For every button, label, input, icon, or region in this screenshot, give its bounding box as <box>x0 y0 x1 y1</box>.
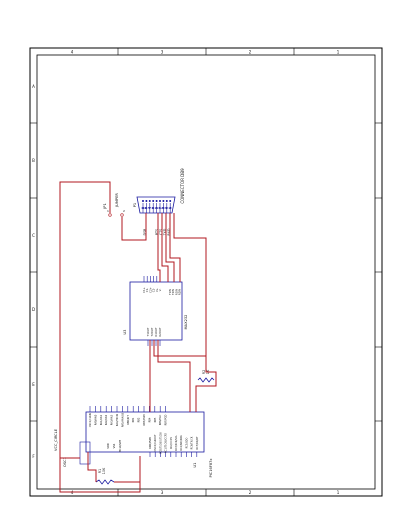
max232-pin-label: R2OUT <box>158 327 162 336</box>
resistor-r1: R1 10K <box>95 467 115 485</box>
zone-letter-left-4: D <box>32 307 35 312</box>
jumper-pin-1-label: 1 <box>107 209 109 213</box>
db9-pin-dot <box>159 200 162 203</box>
pic-pin-label: RC3/SCK/SCL <box>175 435 178 451</box>
jumper-jp1: 1 2 JP1 JUMPER <box>103 193 125 217</box>
osc-ref: OSC1 <box>63 457 67 467</box>
max232-ic: T1OUT T2OUT R1OUT R2OUT C1+ C1- C2+ C2- V+ V- T1… <box>123 276 188 346</box>
max232-name: MAX232 <box>184 315 188 330</box>
zone-number-bottom-4: 1 <box>337 490 340 495</box>
r2-symbol <box>197 377 215 383</box>
pic-pin-label: RA1/AN1 <box>100 414 103 425</box>
wire-max-to-pic-2 <box>157 340 191 412</box>
zone-letter-left-6: F <box>32 454 35 459</box>
zone-letter-left-3: C <box>32 233 35 238</box>
max232-pin-label: R2IN <box>178 289 182 295</box>
zone-letter-left-5: E <box>32 382 35 387</box>
pic-pin-label: RD0/PSP0 <box>149 437 152 449</box>
pic-pin-label: RC6/TX/CK <box>191 436 194 449</box>
max232-pin-label: T2OUT <box>150 327 154 336</box>
wire-pic-to-r1 <box>87 452 97 482</box>
zone-letter-left-1: A <box>32 84 35 89</box>
max232-pin-label: R1OUT <box>154 327 158 336</box>
zone-number-top-4: 1 <box>337 50 340 55</box>
pic-pin-label: RA5/AN4/SS <box>121 412 124 427</box>
max232-pin-label: T1OUT <box>146 327 150 336</box>
pic-pin-label: RB1 <box>132 417 135 422</box>
db9-pin-dot <box>169 200 172 203</box>
pic-pin-label: RC2/CCP1 <box>170 437 173 449</box>
max232-pin-label: V- <box>158 289 162 292</box>
pic-pin-label: OSC2/CLKOUT <box>154 434 157 451</box>
wire-db9-rxd <box>169 213 181 282</box>
zone-letter-left-2: B <box>32 158 35 163</box>
jumper-pin-2-label: 2 <box>123 209 125 213</box>
zone-number-top-3: 2 <box>249 50 252 55</box>
wire-db9-cts <box>161 213 169 282</box>
zone-number-top-1: 4 <box>71 50 74 55</box>
db9-ref: P1 <box>133 203 137 207</box>
db9-pin-dot <box>165 200 168 203</box>
pic-pin-label: OSC1/CLKIN <box>89 413 92 428</box>
pic-pin-label: VSS <box>113 443 116 448</box>
wire-db9-right-bus <box>173 213 207 360</box>
pic-mcu: RD0/PSP0 OSC2/CLKOUT RC0/T1OSO/T1CKI RC1/T1… <box>85 406 213 478</box>
jumper-pin-1 <box>108 213 112 217</box>
pic-pin-label: RB6/PGC <box>159 414 162 425</box>
db9-pin-dot <box>152 200 155 203</box>
db9-pin-dot <box>145 200 148 203</box>
pic-pin-label: RB2 <box>138 417 141 422</box>
pic-pin-label: RB0/INT <box>127 415 130 425</box>
zone-number-bottom-2: 3 <box>161 490 164 495</box>
pic-pin-label: RB3/PGM <box>143 415 146 426</box>
zone-number-top-2: 3 <box>161 50 164 55</box>
schematic-sheet: 4 3 2 1 4 3 2 1 A B C D E F 594837261 P1… <box>29 47 383 497</box>
pic-ref: U1 <box>193 463 197 468</box>
db9-connector: 594837261 P1 CONNECTOR DB9 <box>133 168 185 214</box>
vcc-power-label: VCC_CIRCLE <box>54 428 58 451</box>
wire-r2-loop <box>153 340 217 412</box>
pic-pin-label: RA2/AN2 <box>105 414 108 425</box>
db9-pin-dot <box>155 200 158 203</box>
pic-pin-label: RB4 <box>148 417 151 422</box>
db9-name: CONNECTOR DB9 <box>180 168 185 204</box>
wire-db9-rts <box>157 213 161 282</box>
pic-pin-label: RA3/AN3 <box>111 414 114 425</box>
pic-pin-label: RB7/PGD <box>165 414 168 425</box>
pic-pin-label: RC4/SDI/SDA <box>180 435 183 451</box>
zone-number-bottom-3: 2 <box>249 490 252 495</box>
pic-pin-label: RA4/T0CKI <box>116 413 119 426</box>
db9-pin-dot <box>162 200 165 203</box>
zone-labels: 4 3 2 1 4 3 2 1 A B C D E F <box>32 50 340 496</box>
net-labels: DSR RTS CTS TXD RXD <box>143 228 171 236</box>
jumper-ref: JP1 <box>103 203 107 210</box>
pic-pin-label: RC0/T1OSO/T1CKI <box>159 432 162 454</box>
r1-value: 10K <box>102 467 106 474</box>
pic-pin-label: RC7/RX/DT <box>196 436 199 449</box>
jumper-pin-2 <box>120 213 124 217</box>
wire-r1-right <box>114 456 141 483</box>
pic-pin-label: RC1/T1OSI/CCP2 <box>165 433 168 453</box>
pic-pin-label: RC5/SDO <box>185 437 188 448</box>
pic-pin-label: RA0/AN0 <box>94 414 97 425</box>
db9-pin-dot <box>148 200 151 203</box>
pic-name: PIC16F87x <box>209 458 213 478</box>
pic-pin-label: MCLR/VPP <box>119 439 122 452</box>
pic-pin-label: VDD <box>107 443 110 448</box>
wire-vcc-to-jumper <box>59 181 111 446</box>
db9-pin-dot <box>142 200 145 203</box>
r1-symbol <box>95 479 115 485</box>
jumper-name: JUMPER <box>115 193 119 208</box>
pic-pin-label: RB5 <box>154 417 157 422</box>
max232-ref: U3 <box>123 330 127 335</box>
